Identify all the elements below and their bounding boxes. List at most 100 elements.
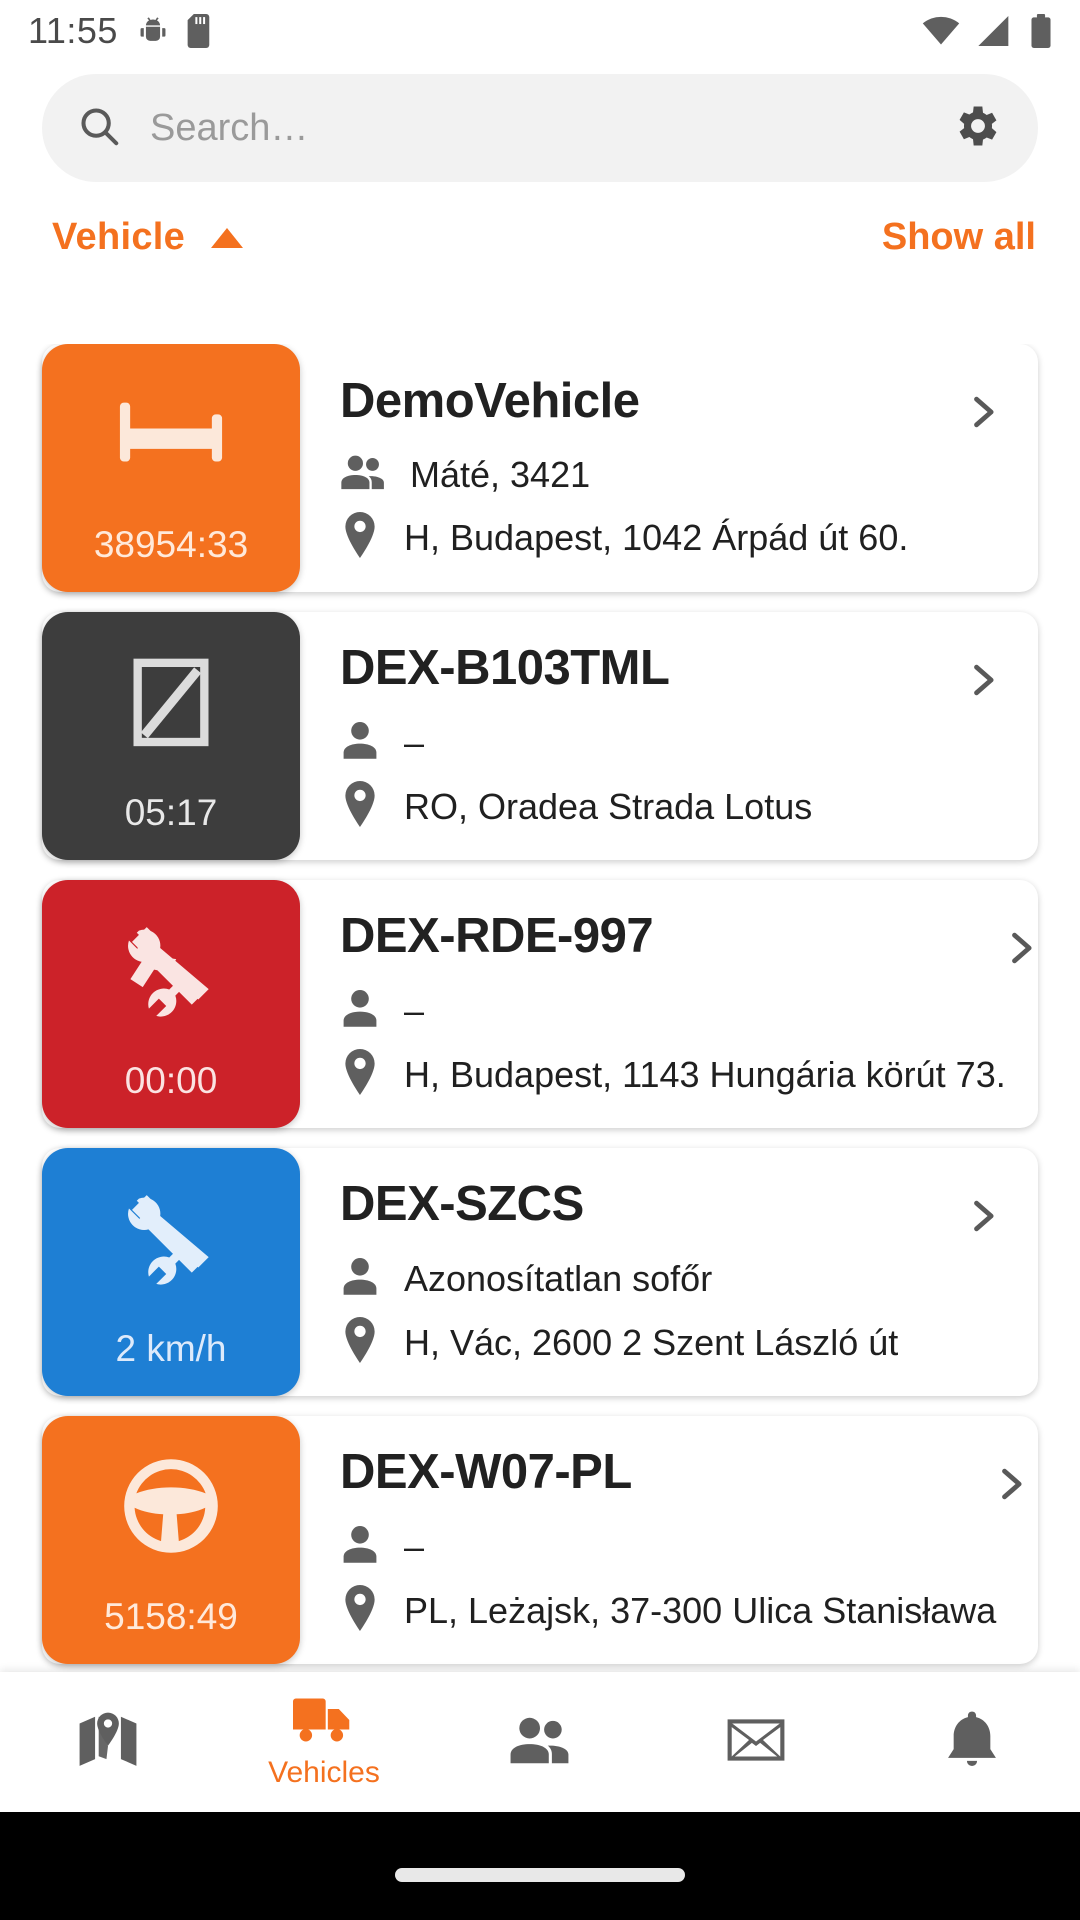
chevron-right-icon[interactable] [960,658,1004,707]
bottom-navigation: Vehicles [0,1672,1080,1812]
vehicle-card-body: DEX-RDE-997 – H, Budapest, 1143 Hungária… [300,880,1076,1128]
nav-item-notifications[interactable] [864,1672,1080,1812]
vehicle-card-body: DEX-W07-PL – PL, Leżajsk, 37-300 Ulica S… [300,1416,1066,1664]
android-debug-icon [136,14,170,48]
vehicle-location: PL, Leżajsk, 37-300 Ulica Stanisława [404,1589,997,1631]
vehicle-location-row: H, Vác, 2600 2 Szent László út [340,1317,968,1368]
truck-icon [293,1695,355,1750]
vehicle-card[interactable]: 00:00 DEX-RDE-997 – H, Budapest, 1143 Hu… [42,880,1038,1128]
nav-item-map[interactable] [0,1672,216,1812]
nav-item-vehicles[interactable]: Vehicles [216,1672,432,1812]
steering-wheel-icon [42,1416,300,1596]
map-icon [77,1709,139,1776]
vehicle-location: H, Budapest, 1143 Hungária körút 73. [404,1053,1006,1095]
vehicle-card[interactable]: 38954:33 DemoVehicle Máté, 3421 H, Budap… [42,344,1038,592]
vehicle-location-row: RO, Oradea Strada Lotus [340,781,968,832]
nav-item-messages[interactable] [648,1672,864,1812]
person-icon [340,1524,380,1569]
vehicle-status-value: 2 km/h [115,1328,227,1369]
chevron-right-icon[interactable] [960,390,1004,439]
nav-item-drivers[interactable] [432,1672,648,1812]
people-icon [509,1714,571,1771]
vehicle-card-body: DEX-B103TML – RO, Oradea Strada Lotus [300,612,1038,860]
vehicle-location: RO, Oradea Strada Lotus [404,785,813,827]
filter-row: Vehicle Show all [0,182,1080,285]
show-all-button[interactable]: Show all [882,216,1036,259]
vehicle-driver: – [404,989,425,1031]
vehicle-location: H, Vác, 2600 2 Szent László út [404,1321,899,1363]
chevron-right-icon[interactable] [960,1194,1004,1243]
vehicle-status-tile[interactable]: 38954:33 [42,344,300,592]
search-bar-container [0,62,1080,182]
sd-card-icon [186,14,214,48]
envelope-icon [725,1716,787,1769]
vehicle-driver: – [404,721,425,763]
gesture-pill[interactable] [395,1868,685,1882]
vehicle-name: DEX-B103TML [340,641,670,695]
vehicle-name: DemoVehicle [340,374,640,428]
sort-ascending-icon[interactable] [211,227,244,248]
vehicle-location-row: H, Budapest, 1042 Árpád út 60. [340,512,968,563]
chevron-right-icon[interactable] [998,926,1042,975]
vehicle-status-value: 5158:49 [104,1596,238,1637]
person-icon [340,1256,380,1301]
location-pin-icon [340,1585,380,1636]
person-icon [340,720,380,765]
vehicle-list[interactable]: 38954:33 DemoVehicle Máté, 3421 H, Budap… [0,344,1080,1742]
vehicle-driver: – [404,1525,425,1567]
chevron-right-icon[interactable] [988,1462,1032,1511]
crossed-square-icon [42,612,300,792]
vehicle-status-value: 38954:33 [93,524,249,565]
vehicle-card[interactable]: 5158:49 DEX-W07-PL – PL, Leżajsk, 37-300… [42,1416,1038,1664]
vehicle-name: DEX-SZCS [340,1177,584,1231]
vehicle-driver-row: Azonosítatlan sofőr [340,1256,968,1301]
location-pin-icon [340,1317,380,1368]
app-screen: 11:55 Search… Vehicle Show all 38954:33 … [0,0,1080,1920]
vehicle-card-body: DemoVehicle Máté, 3421 H, Budapest, 1042… [300,344,1038,592]
bell-icon [944,1709,1000,1776]
search-input[interactable] [150,106,952,150]
location-pin-icon [340,512,380,563]
filter-label: Vehicle [52,216,186,258]
battery-icon [1030,14,1052,48]
status-right-icons [922,14,1052,48]
vehicle-location-row: H, Budapest, 1143 Hungária körút 73. [340,1049,1006,1100]
vehicle-name: DEX-W07-PL [340,1445,632,1499]
vehicle-driver-row: – [340,720,968,765]
vehicle-driver: Azonosítatlan sofőr [404,1257,713,1299]
vehicle-driver-row: – [340,1524,996,1569]
vehicle-status-value: 00:00 [124,1060,218,1101]
location-pin-icon [340,781,380,832]
vehicle-card[interactable]: 05:17 DEX-B103TML – RO, Oradea Strada Lo… [42,612,1038,860]
tools-icon [42,1148,300,1328]
tools-icon [42,880,300,1060]
vehicle-driver: Máté, 3421 [410,453,591,495]
vehicle-driver-row: – [340,988,1006,1033]
vehicle-status-tile[interactable]: 00:00 [42,880,300,1128]
search-icon [76,103,122,154]
vehicle-status-tile[interactable]: 05:17 [42,612,300,860]
vehicle-name: DEX-RDE-997 [340,909,654,963]
bed-icon [42,344,300,524]
search-bar[interactable] [42,74,1038,182]
cellular-signal-icon [978,16,1012,46]
wifi-icon [922,16,960,46]
vehicle-location-row: PL, Leżajsk, 37-300 Ulica Stanisława [340,1585,996,1636]
vehicle-location: H, Budapest, 1042 Árpád út 60. [404,516,909,558]
gear-icon[interactable] [952,100,1004,157]
status-bar: 11:55 [0,0,1080,62]
status-clock: 11:55 [28,10,118,51]
vehicle-status-tile[interactable]: 2 km/h [42,1148,300,1396]
system-gesture-bar [0,1812,1080,1920]
vehicle-status-value: 05:17 [124,792,218,833]
person-icon [340,988,380,1033]
vehicle-card[interactable]: 2 km/h DEX-SZCS Azonosítatlan sofőr H, V… [42,1148,1038,1396]
people-icon [340,453,386,496]
vehicle-card-body: DEX-SZCS Azonosítatlan sofőr H, Vác, 260… [300,1148,1038,1396]
sort-by-vehicle-button[interactable]: Vehicle [52,216,244,259]
status-left-icons [136,14,214,48]
vehicle-status-tile[interactable]: 5158:49 [42,1416,300,1664]
location-pin-icon [340,1049,380,1100]
vehicle-driver-row: Máté, 3421 [340,453,968,496]
nav-item-vehicles-label: Vehicles [268,1755,380,1789]
